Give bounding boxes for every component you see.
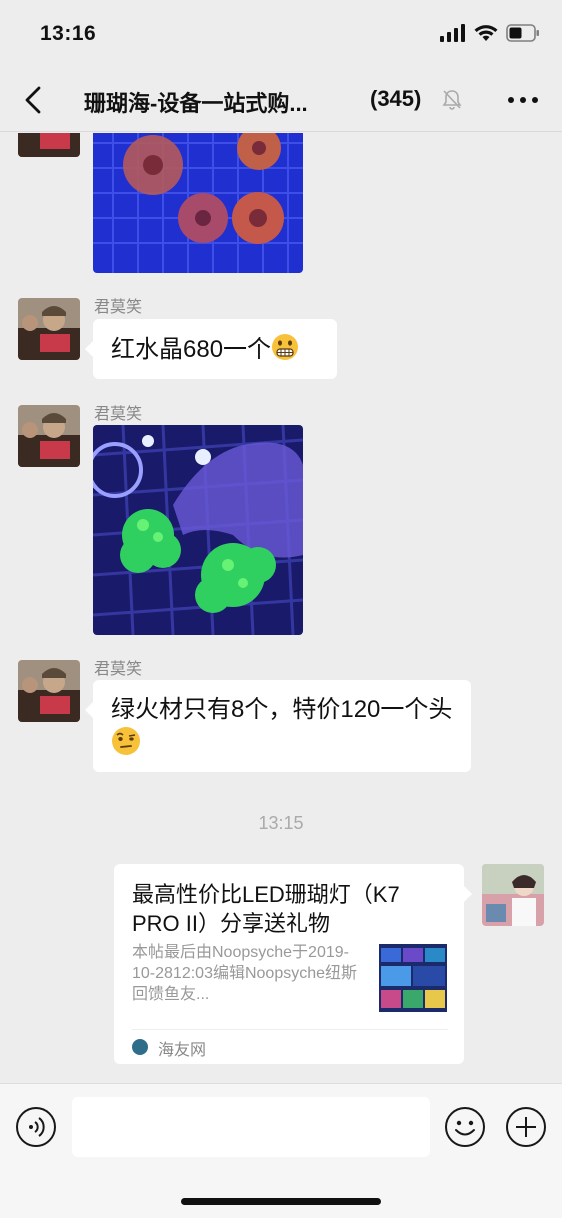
- grimacing-face-emoji: [272, 334, 299, 360]
- link-thumbnail: [379, 944, 447, 1012]
- message-text: 绿火材只有8个，特价120一个头: [111, 696, 453, 723]
- message-input[interactable]: [72, 1097, 430, 1157]
- avatar[interactable]: [18, 298, 80, 360]
- shared-link-card[interactable]: 最高性价比LED珊瑚灯（K7 PRO II）分享送礼物 本帖最后由Noopsyc…: [114, 864, 472, 1064]
- avatar[interactable]: [18, 405, 80, 467]
- link-source: 海友网: [158, 1042, 207, 1059]
- chat-message-list[interactable]: 君莫笑 红水晶680一个 君莫笑 君莫笑 绿火材只有8个，特价120一个头 13…: [0, 133, 562, 1083]
- sender-name: 君莫笑: [94, 406, 143, 423]
- coral-photo-message[interactable]: [93, 425, 303, 635]
- more-dots-icon: [508, 97, 538, 103]
- wifi-icon: [474, 25, 498, 41]
- more-options-button[interactable]: [506, 90, 540, 110]
- timestamp-separator: 13:15: [258, 813, 304, 833]
- chat-title: 珊瑚海-设备一站式购...: [84, 91, 308, 116]
- link-description: 本帖最后由Noopsyche于2019-10-2812:03编辑Noopsych…: [132, 944, 358, 1003]
- back-button[interactable]: [20, 84, 48, 116]
- text-message-bubble[interactable]: 红水晶680一个: [85, 319, 337, 379]
- my-avatar[interactable]: [482, 864, 544, 926]
- face-with-raised-eyebrow-emoji: [112, 727, 140, 755]
- source-logo-icon: [132, 1039, 148, 1055]
- avatar[interactable]: [18, 660, 80, 722]
- battery-icon: [506, 24, 539, 42]
- mute-bell-icon: [442, 90, 462, 110]
- emoji-button[interactable]: [444, 1106, 486, 1148]
- link-title: 最高性价比LED珊瑚灯（K7 PRO II）分享送礼物: [132, 882, 400, 936]
- member-count: (345): [370, 86, 422, 111]
- home-indicator[interactable]: [181, 1198, 381, 1205]
- link-divider: [132, 1029, 448, 1030]
- voice-input-button[interactable]: [15, 1106, 57, 1148]
- coral-photo-message[interactable]: [93, 133, 303, 273]
- signal-icon: [440, 24, 465, 42]
- sender-name: 君莫笑: [94, 299, 143, 316]
- status-time: 13:16: [40, 22, 97, 45]
- chat-header: 珊瑚海-设备一站式购... (345): [0, 68, 562, 132]
- plus-icon: [506, 1107, 546, 1147]
- smiley-icon: [445, 1107, 485, 1147]
- message-text: 红水晶680一个: [111, 336, 272, 363]
- status-icons: [440, 24, 540, 42]
- text-message-bubble[interactable]: 绿火材只有8个，特价120一个头: [85, 680, 471, 772]
- more-functions-button[interactable]: [505, 1106, 547, 1148]
- voice-icon: [16, 1107, 56, 1147]
- avatar[interactable]: [18, 133, 80, 157]
- sender-name: 君莫笑: [94, 661, 143, 678]
- message-input-bar: [0, 1083, 562, 1218]
- chevron-left-icon: [25, 86, 41, 114]
- status-bar: 13:16: [0, 0, 562, 68]
